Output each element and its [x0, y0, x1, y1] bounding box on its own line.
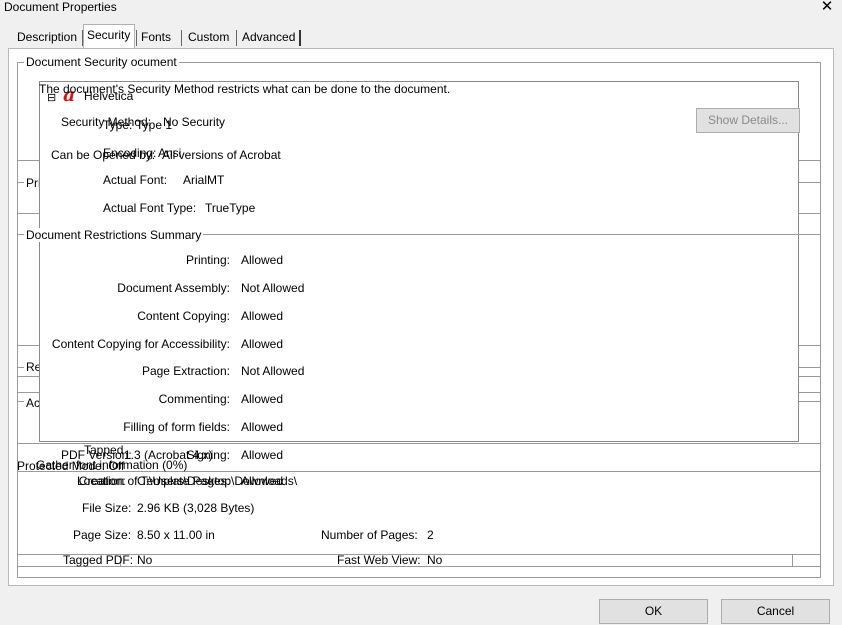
gather-font-info-text: Gather font information (0%): [36, 458, 188, 472]
tab-fonts[interactable]: Fonts: [138, 27, 174, 47]
security-method-label: Security Method:: [61, 115, 152, 129]
tab-separator: [236, 30, 237, 46]
actual-font-label: Actual Font:: [103, 173, 168, 187]
page-count-value: 2: [427, 528, 434, 542]
restriction-label: Filling of form fields:: [123, 420, 230, 434]
restriction-value: Not Allowed: [241, 364, 305, 378]
location-value: C:\Users\Desktop\Downloads\: [137, 474, 298, 488]
tab-separator: [136, 30, 137, 46]
security-group-label: Document Security ocument: [24, 55, 179, 69]
restrictions-title: Document Restrictions Summary: [24, 228, 204, 242]
fast-web-view-value: No: [427, 553, 443, 567]
title-bar: Document Properties ✕: [0, 0, 842, 16]
restriction-label: Document Assembly:: [117, 281, 230, 295]
restriction-label: Page Extraction:: [141, 364, 230, 378]
restriction-value: Allowed: [241, 337, 284, 351]
page-size-label: Page Size:: [73, 528, 132, 542]
restriction-value: Allowed: [241, 448, 284, 462]
security-method-value: No Security: [163, 115, 226, 129]
restriction-value: Not Allowed: [241, 281, 305, 295]
tagged-pdf-value: No: [137, 553, 153, 567]
page-count-label: Number of Pages:: [321, 528, 418, 542]
security-intro-text: The document's Security Method restricts…: [39, 82, 451, 96]
restriction-label: Commenting:: [158, 392, 230, 406]
tab-separator: [181, 30, 182, 46]
restriction-value: Allowed: [241, 253, 284, 267]
cancel-button[interactable]: Cancel: [721, 599, 830, 624]
file-size-value: 2.96 KB (3,028 Bytes): [137, 501, 255, 515]
divider: [792, 554, 793, 566]
tab-description[interactable]: Description: [14, 27, 80, 47]
restriction-value: Allowed: [241, 309, 284, 323]
actual-font-value: ArialMT: [183, 173, 225, 187]
file-size-label: File Size:: [82, 501, 132, 515]
restriction-label: Printing:: [185, 253, 230, 267]
page-size-value: 8.50 x 11.00 in: [137, 528, 215, 542]
restriction-value: Allowed: [241, 420, 284, 434]
tab-advanced[interactable]: Advanced: [239, 27, 298, 47]
restriction-label: Content Copying for Accessibility:: [51, 337, 230, 351]
tab-security[interactable]: Security: [83, 24, 135, 48]
show-details-button[interactable]: Show Details...: [696, 108, 800, 133]
tab-custom[interactable]: Custom: [185, 27, 232, 47]
divider: [17, 443, 821, 444]
opened-by-label: Can be Opened by:: [51, 148, 156, 162]
window-title: Document Properties: [4, 0, 117, 14]
close-icon[interactable]: ✕: [819, 0, 835, 15]
tagged-pdf-label: Tagged PDF:: [63, 553, 134, 567]
opened-by-value: All versions of Acrobat: [162, 148, 281, 162]
actual-font-type-value: TrueType: [205, 201, 256, 215]
actual-font-type-label: Actual Font Type:: [103, 201, 197, 215]
location-label: Location:: [77, 474, 126, 488]
ok-button[interactable]: OK: [599, 599, 708, 624]
fast-web-view-label: Fast Web View:: [337, 553, 421, 567]
restriction-label: Content Copying:: [137, 309, 230, 323]
tab-separator: [299, 30, 301, 46]
restriction-value: Allowed: [241, 392, 284, 406]
